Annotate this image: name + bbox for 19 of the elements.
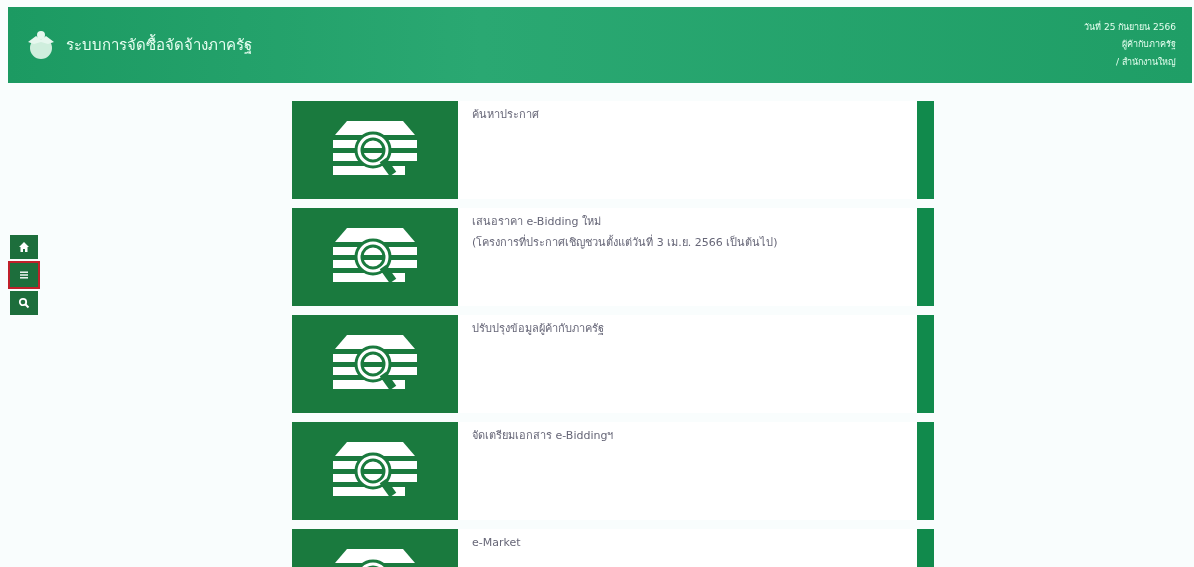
menu-tile[interactable]: [292, 422, 458, 520]
header-info-text: วันที่ 25 กันยายน 2566: [1084, 20, 1176, 35]
home-button[interactable]: [10, 235, 38, 259]
menu-tile[interactable]: [292, 208, 458, 306]
search-button[interactable]: [10, 291, 38, 315]
menu-item-label[interactable]: ค้นหาประกาศ: [472, 105, 903, 126]
menu-item-label[interactable]: (โครงการที่ประกาศเชิญชวนตั้งแต่วันที่ 3 เม.ย. 2566 เป็นต้นไป): [472, 232, 903, 254]
menu-button[interactable]: [10, 263, 38, 287]
header-info-text: ผู้ค้ากับภาครัฐ: [1121, 38, 1176, 52]
menu-icon: [18, 269, 30, 281]
system-title: ระบบการจัดซื้อจัดจ้างภาครัฐ: [66, 33, 252, 56]
menu-tile[interactable]: [292, 315, 458, 413]
menu-item-label[interactable]: จัดเตรียมเอกสาร e-Biddingฯ: [472, 426, 903, 447]
menu-item-label[interactable]: ปรับปรุงข้อมูลผู้ค้ากับภาครัฐ: [472, 319, 903, 340]
menu-item-label[interactable]: เสนอราคา e-Bidding ใหม่: [472, 212, 903, 233]
home-icon: [18, 241, 30, 253]
header-info-text: / สำนักงานใหญ่: [1115, 55, 1176, 69]
search-icon: [18, 297, 30, 309]
menu-tile[interactable]: [292, 101, 458, 199]
